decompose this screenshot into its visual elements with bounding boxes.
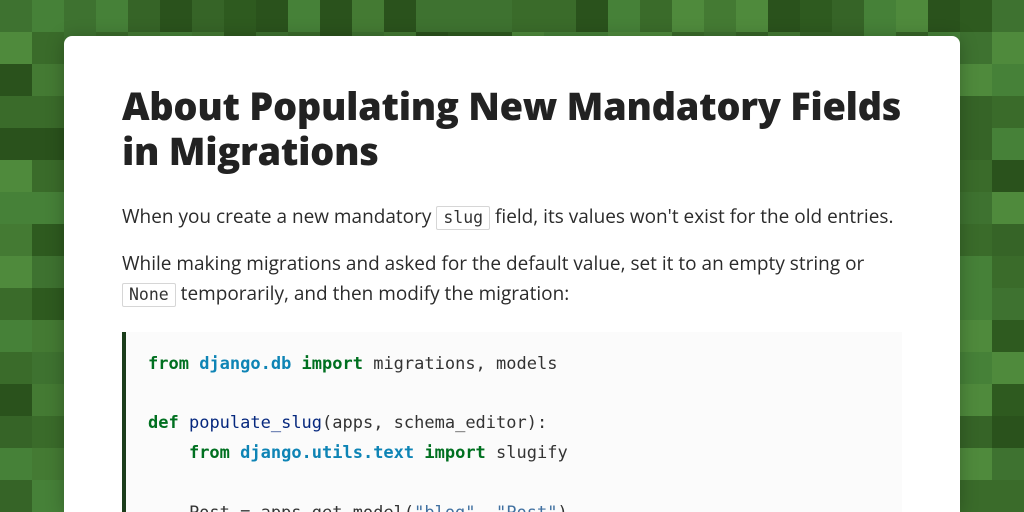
code-block: from django.db import migrations, models…: [122, 332, 902, 512]
text: field, its values won't exist for the ol…: [490, 203, 893, 229]
text: temporarily, and then modify the migrati…: [176, 280, 570, 306]
code-token: from: [189, 443, 230, 463]
code-token: slugify: [486, 443, 568, 463]
code-token: (apps, schema_editor):: [322, 413, 547, 433]
code-token: ): [557, 503, 567, 512]
text: When you create a new mandatory: [122, 203, 436, 229]
code-token: import: [424, 443, 485, 463]
inline-code-none: None: [122, 283, 176, 307]
text: While making migrations and asked for th…: [122, 250, 864, 276]
code-token: django.db: [189, 354, 302, 374]
paragraph-1: When you create a new mandatory slug fie…: [122, 202, 902, 231]
code-token: import: [302, 354, 363, 374]
code-token: [148, 443, 189, 463]
code-token: def: [148, 413, 179, 433]
page-title: About Populating New Mandatory Fields in…: [122, 84, 902, 174]
inline-code-slug: slug: [436, 206, 490, 230]
code-token: migrations, models: [363, 354, 557, 374]
code-token: "blog": [414, 503, 475, 512]
code-token: from: [148, 354, 189, 374]
article-card: About Populating New Mandatory Fields in…: [64, 36, 960, 512]
code-token: [179, 413, 189, 433]
code-token: "Post": [496, 503, 557, 512]
paragraph-2: While making migrations and asked for th…: [122, 249, 902, 308]
code-token: populate_slug: [189, 413, 322, 433]
code-token: Post = apps.get_model(: [148, 503, 414, 512]
code-token: django.utils.text: [230, 443, 424, 463]
code-token: ,: [476, 503, 496, 512]
